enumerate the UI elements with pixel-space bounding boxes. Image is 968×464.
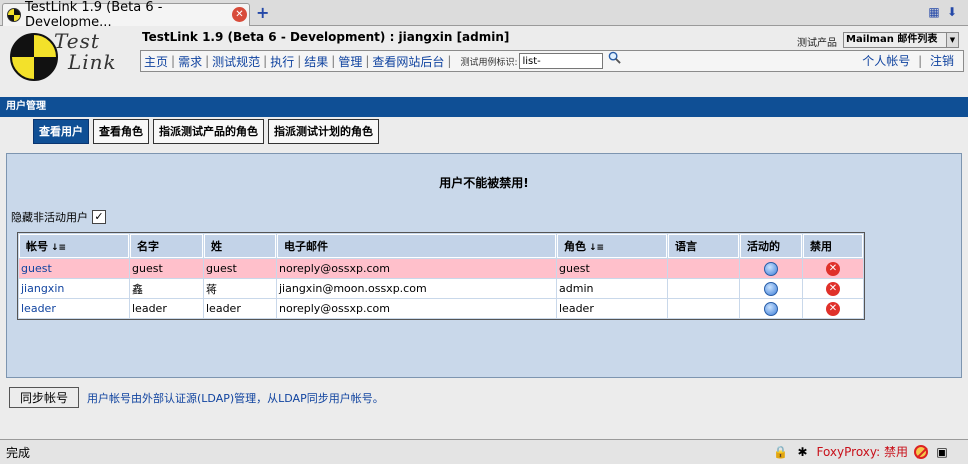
table-row: guest guest guest noreply@ossxp.com gues… xyxy=(19,259,863,278)
sync-accounts-button[interactable]: 同步帐号 xyxy=(9,387,79,408)
close-tab-icon[interactable]: ✕ xyxy=(232,7,247,22)
table-header-row: 帐号 ↓≡ 名字 姓 电子邮件 角色 ↓≡ 语言 活动的 禁用 xyxy=(19,234,863,258)
col-locale[interactable]: 语言 xyxy=(668,234,739,258)
tab-assign-testplan-roles[interactable]: 指派测试计划的角色 xyxy=(268,119,379,144)
panel-message: 用户不能被禁用! xyxy=(439,176,529,190)
col-last-name[interactable]: 姓 xyxy=(204,234,276,258)
menu-execute[interactable]: 执行 xyxy=(270,53,294,70)
section-title: 用户管理 xyxy=(0,97,968,117)
active-status-icon xyxy=(764,261,778,276)
browser-tabbar: TestLink 1.9 (Beta 6 - Developme... ✕ + … xyxy=(0,0,968,30)
user-first-name: guest xyxy=(130,259,203,278)
hide-inactive-checkbox[interactable]: ✓ xyxy=(92,210,106,224)
user-login-link[interactable]: leader xyxy=(19,299,129,318)
user-first-name: leader xyxy=(130,299,203,318)
table-row: jiangxin 鑫 蒋 jiangxin@moon.ossxp.com adm… xyxy=(19,279,863,298)
logout-link[interactable]: 注销 xyxy=(930,54,954,68)
menu-home[interactable]: 主页 xyxy=(144,53,168,70)
bookmark-menu-icon[interactable]: ▦ xyxy=(926,5,942,20)
hide-inactive-label: 隐藏非活动用户 xyxy=(11,211,88,224)
sort-icon[interactable]: ↓≡ xyxy=(589,243,604,253)
tab-view-roles[interactable]: 查看角色 xyxy=(93,119,149,144)
user-locale xyxy=(668,259,739,278)
user-links: 个人帐号 | 注销 xyxy=(862,54,954,68)
col-login[interactable]: 帐号 ↓≡ xyxy=(19,234,129,258)
user-login-link[interactable]: guest xyxy=(19,259,129,278)
statusbar-tools: 🔒 ✱ FoxyProxy: 禁用 ▣ xyxy=(772,443,950,460)
user-last-name: leader xyxy=(204,299,276,318)
main-menu: 主页 | 需求 | 测试规范 | 执行 | 结果 | 管理 | 查看网站后台 |… xyxy=(140,50,964,72)
users-table: 帐号 ↓≡ 名字 姓 电子邮件 角色 ↓≡ 语言 活动的 禁用 guest gues… xyxy=(17,232,865,320)
testlink-favicon-icon xyxy=(7,8,21,22)
user-role: leader xyxy=(557,299,667,318)
product-select[interactable]: Mailman 邮件列表 ▼ xyxy=(843,32,959,48)
menu-site-backend[interactable]: 查看网站后台 xyxy=(372,53,444,70)
user-login-link[interactable]: jiangxin xyxy=(19,279,129,298)
browser-statusbar: 完成 🔒 ✱ FoxyProxy: 禁用 ▣ xyxy=(0,439,968,464)
status-text: 完成 xyxy=(6,446,31,460)
menu-admin[interactable]: 管理 xyxy=(338,53,362,70)
testcase-id-input[interactable] xyxy=(519,53,604,69)
chevron-down-icon: ▼ xyxy=(946,33,958,47)
user-email: jiangxin@moon.ossxp.com xyxy=(277,279,556,298)
menu-test-specification[interactable]: 测试规范 xyxy=(212,53,260,70)
testcase-id-label: 测试用例标识: xyxy=(460,57,518,68)
testlink-logo-disc-icon xyxy=(10,33,58,81)
hide-inactive-row: 隐藏非活动用户 ✓ xyxy=(11,209,106,225)
tabbar-tools: ▦ ⬇ xyxy=(926,5,960,20)
logo-text-link: Link xyxy=(68,50,117,74)
tab-view-users[interactable]: 查看用户 xyxy=(33,119,89,144)
ldap-sync-note: 用户帐号由外部认证源(LDAP)管理，从LDAP同步用户帐号。 xyxy=(87,392,384,405)
user-email: noreply@ossxp.com xyxy=(277,259,556,278)
user-role: guest xyxy=(557,259,667,278)
user-first-name: 鑫 xyxy=(130,279,203,298)
col-active[interactable]: 活动的 xyxy=(740,234,802,258)
user-locale xyxy=(668,299,739,318)
sort-icon[interactable]: ↓≡ xyxy=(51,243,66,253)
user-role: admin xyxy=(557,279,667,298)
proxy-disabled-icon[interactable] xyxy=(914,444,928,459)
testlink-logo[interactable]: Test Link xyxy=(10,31,130,87)
download-arrow-icon[interactable]: ⬇ xyxy=(944,5,960,20)
subtabs: 查看用户 查看角色 指派测试产品的角色 指派测试计划的角色 xyxy=(33,119,379,144)
app-title: TestLink 1.9 (Beta 6 - Development) : ji… xyxy=(142,30,510,44)
user-last-name: 蒋 xyxy=(204,279,276,298)
browser-tab[interactable]: TestLink 1.9 (Beta 6 - Developme... ✕ xyxy=(2,0,250,30)
user-locale xyxy=(668,279,739,298)
active-status-icon xyxy=(764,301,778,316)
product-select-value: Mailman 邮件列表 xyxy=(846,34,938,45)
active-status-icon xyxy=(764,281,778,296)
tab-assign-product-roles[interactable]: 指派测试产品的角色 xyxy=(153,119,264,144)
user-email: noreply@ossxp.com xyxy=(277,299,556,318)
foxyproxy-status[interactable]: FoxyProxy: 禁用 xyxy=(816,443,908,460)
product-label: 测试产品 xyxy=(797,38,837,49)
disable-user-icon[interactable]: ✕ xyxy=(826,281,840,296)
search-icon[interactable] xyxy=(608,51,622,64)
new-tab-button[interactable]: + xyxy=(256,5,272,21)
table-row: leader leader leader noreply@ossxp.com l… xyxy=(19,299,863,318)
users-panel: 用户不能被禁用! 隐藏非活动用户 ✓ 帐号 ↓≡ 名字 姓 电子邮件 角色 ↓≡ 语… xyxy=(6,153,962,378)
firebug-icon[interactable]: ✱ xyxy=(794,444,810,460)
col-first-name[interactable]: 名字 xyxy=(130,234,203,258)
col-email[interactable]: 电子邮件 xyxy=(277,234,556,258)
account-link[interactable]: 个人帐号 xyxy=(862,54,910,68)
col-role[interactable]: 角色 ↓≡ xyxy=(557,234,667,258)
logo-text-test: Test xyxy=(54,29,100,53)
user-last-name: guest xyxy=(204,259,276,278)
addon-icon[interactable]: ▣ xyxy=(934,444,950,460)
disable-user-icon[interactable]: ✕ xyxy=(826,301,840,316)
security-lock-icon[interactable]: 🔒 xyxy=(772,444,788,460)
browser-tab-title: TestLink 1.9 (Beta 6 - Developme... xyxy=(25,0,163,30)
disable-user-icon[interactable]: ✕ xyxy=(826,261,840,276)
menu-results[interactable]: 结果 xyxy=(304,53,328,70)
col-disable[interactable]: 禁用 xyxy=(803,234,863,258)
app-header: Test Link TestLink 1.9 (Beta 6 - Develop… xyxy=(0,27,968,89)
menu-requirements[interactable]: 需求 xyxy=(178,53,202,70)
